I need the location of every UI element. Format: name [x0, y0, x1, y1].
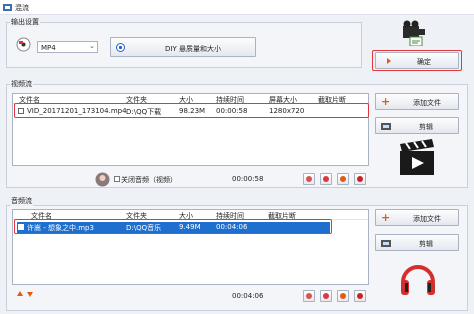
mute-label: 关闭音频（视频） — [121, 176, 177, 184]
format-value: MP4 — [41, 44, 56, 52]
video-clip-label: 剪辑 — [419, 123, 433, 131]
scissors-icon — [381, 122, 391, 131]
audio-delete-button[interactable] — [320, 290, 332, 302]
confirm-label: 确定 — [417, 58, 431, 66]
video-total-time: 00:00:58 — [232, 175, 264, 183]
quality-button[interactable]: DIY 悬质量和大小 — [110, 37, 256, 57]
title-bar: 混流 — [0, 0, 474, 15]
video-stop-button[interactable] — [354, 173, 366, 185]
video-add-file-button[interactable]: + 添加文件 — [375, 93, 459, 110]
app-icon — [3, 3, 12, 12]
film-icon — [401, 20, 429, 47]
quality-label: DIY 悬质量和大小 — [165, 45, 221, 53]
confirm-icon — [381, 56, 391, 66]
audio-add-file-button[interactable]: + 添加文件 — [375, 209, 459, 226]
audio-stop-button[interactable] — [354, 290, 366, 302]
chevron-down-icon: ⌄ — [89, 42, 95, 50]
headphones-icon — [398, 258, 438, 298]
video-stream-title: 视频流 — [10, 79, 33, 89]
audio-stream-title: 音频流 — [10, 196, 33, 206]
quality-icon — [116, 43, 125, 52]
scissors-icon — [381, 239, 391, 248]
mute-checkbox[interactable] — [114, 176, 120, 182]
audio-total-time: 00:04:06 — [232, 292, 264, 300]
audio-add-label: 添加文件 — [413, 215, 441, 223]
format-select[interactable]: MP4 ⌄ — [37, 41, 98, 53]
audio-up-icon[interactable] — [16, 290, 24, 298]
video-delete-button[interactable] — [320, 173, 332, 185]
confirm-button[interactable]: 确定 — [375, 52, 459, 69]
audio-row-highlight — [14, 219, 332, 234]
video-move-top-button[interactable] — [303, 173, 315, 185]
output-settings-title: 输出设置 — [10, 17, 40, 27]
audio-clip-button[interactable]: 剪辑 — [375, 234, 459, 251]
audio-play-button[interactable] — [337, 290, 349, 302]
video-clip-button[interactable]: 剪辑 — [375, 117, 459, 134]
window-title: 混流 — [15, 4, 29, 12]
video-row-highlight — [14, 103, 369, 118]
format-icon — [16, 37, 31, 52]
video-play-button[interactable] — [337, 173, 349, 185]
audio-down-icon[interactable] — [26, 290, 34, 298]
video-add-label: 添加文件 — [413, 99, 441, 107]
plus-icon: + — [381, 95, 391, 108]
clapperboard-icon — [398, 139, 436, 177]
plus-icon: + — [381, 211, 391, 224]
audio-move-top-button[interactable] — [303, 290, 315, 302]
audio-clip-label: 剪辑 — [419, 240, 433, 248]
video-thumbnail-icon — [95, 172, 110, 187]
